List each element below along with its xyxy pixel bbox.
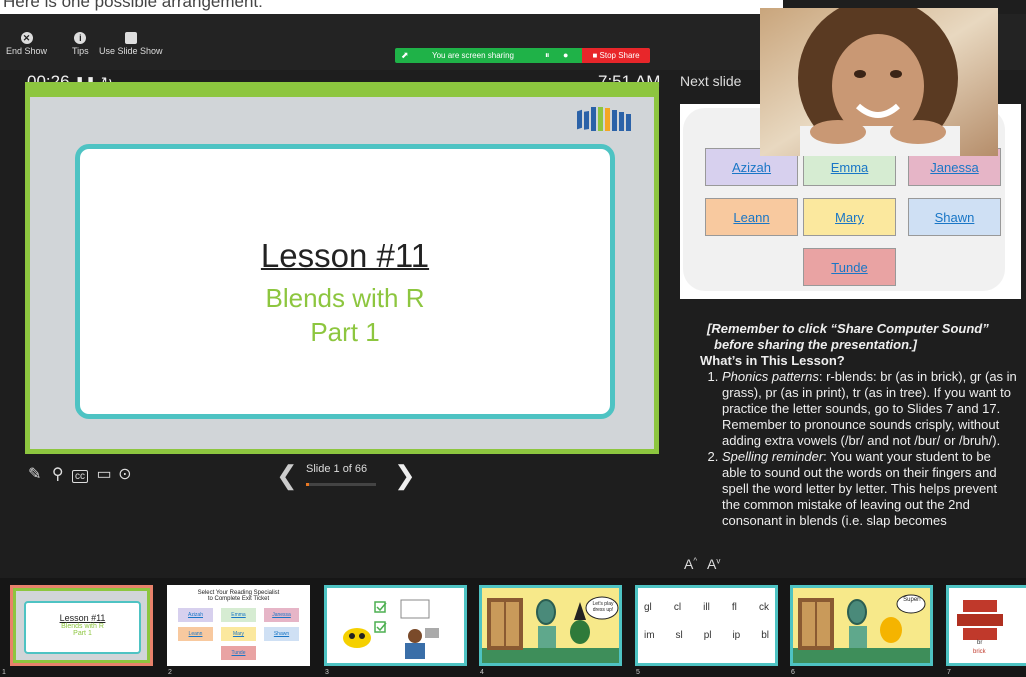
name-button-tunde[interactable]: Tunde	[803, 248, 896, 286]
font-size-controls: A^ Av	[684, 556, 721, 572]
thumbnail-slide-3[interactable]	[324, 585, 467, 666]
thumb-5-word: ck	[758, 602, 769, 613]
thumb-5-word: pl	[703, 630, 712, 641]
thumbnail-slide-7[interactable]: br brick	[946, 585, 1026, 666]
shield-icon: ●	[563, 50, 569, 60]
sharing-icon: ⬈	[401, 50, 409, 60]
thumb-7-word1: br	[977, 640, 983, 646]
decrease-font-button[interactable]: A	[707, 556, 716, 572]
use-slide-show-button[interactable]: Use Slide Show	[99, 32, 163, 56]
tips-label: Tips	[72, 46, 89, 56]
thumb-7-word2: brick	[973, 649, 986, 655]
thumbnail-slide-4[interactable]: Let's play dress up!	[479, 585, 622, 666]
notes-reminder: [Remember to click “Share Computer Sound…	[707, 321, 989, 352]
tips-button[interactable]: i Tips	[72, 32, 89, 56]
thumbnail-slide-5[interactable]: gl cl ill fl ck im sl pl ip bl	[635, 585, 778, 666]
slide-tools: ✎ ⚲ cc ▭ ⊙	[28, 464, 131, 484]
thumbnail-slide-6[interactable]: Super!	[790, 585, 933, 666]
stop-share-label: Stop Share	[599, 51, 640, 60]
thumb-2-name: Azizah	[178, 608, 213, 622]
thumbnail-number: 3	[325, 669, 329, 676]
notes-item-1-label: Phonics patterns	[722, 369, 819, 384]
thumb-6-speech: Super!	[903, 597, 921, 603]
thumb-3-illustration	[343, 599, 439, 659]
thumb-5-word: bl	[761, 630, 769, 641]
name-button-mary[interactable]: Mary	[803, 198, 896, 236]
more-options-icon[interactable]: ⊙	[118, 466, 131, 483]
notes-item-1: Phonics patterns: r-blends: br (as in br…	[722, 369, 1018, 449]
slide-show-icon	[124, 32, 137, 44]
next-slide-icon[interactable]: ❯	[394, 460, 416, 491]
brick-icon	[957, 600, 1003, 640]
thumb-2-name: Shawn	[264, 627, 299, 641]
thumbnail-number: 4	[480, 669, 484, 676]
thumb-1-sub2: Part 1	[73, 630, 92, 637]
sharing-message: You are screen sharing	[432, 51, 514, 60]
next-slide-label: Next slide	[680, 73, 742, 89]
thumb-2-name: Mary	[221, 627, 256, 641]
thumbnail-slide-1[interactable]: Lesson #11 Blends with R Part 1	[10, 585, 153, 666]
thumb-5-word: fl	[731, 602, 737, 613]
thumb-4-speech: Let's play dress up!	[592, 601, 614, 613]
slide-progress-track	[306, 483, 376, 486]
thumbnail-number: 1	[2, 669, 6, 676]
previous-slide-icon[interactable]: ❮	[276, 460, 298, 491]
laser-pointer-icon[interactable]: ⚲	[52, 466, 64, 483]
thumbnail-number: 2	[168, 669, 172, 676]
pause-share-icon[interactable]: ⏸	[545, 50, 550, 61]
thumb-4-illustration	[482, 596, 619, 663]
caption-text: Here is one possible arrangement:	[0, 0, 783, 14]
thumb-1-sub1: Blends with R	[61, 623, 104, 630]
notes-fade	[680, 553, 1026, 578]
lesson-subtitle: Blends with R	[265, 283, 425, 313]
notes-heading: What’s in This Lesson?	[700, 353, 845, 368]
thumb-2-name: Tunde	[221, 646, 256, 660]
thumb-2-name: Janessa	[264, 608, 299, 622]
speaker-notes[interactable]: [Remember to click “Share Computer Sound…	[700, 321, 1018, 529]
stop-share-button[interactable]: ■ Stop Share	[582, 48, 650, 63]
lesson-title: Lesson #11	[260, 237, 430, 274]
thumbnail-slide-2[interactable]: Select Your Reading Specialist to Comple…	[167, 585, 310, 666]
increase-font-button[interactable]: A	[684, 556, 693, 572]
thumb-5-word: ill	[703, 602, 710, 613]
thumb-5-word: gl	[644, 602, 652, 613]
books-logo-icon	[577, 107, 631, 131]
thumb-2-name: Emma	[221, 608, 256, 622]
thumb-2-name: Leann	[178, 627, 213, 641]
use-slide-show-label: Use Slide Show	[99, 46, 163, 56]
thumb-1-title: Lesson #11	[59, 613, 106, 623]
lesson-title-card: Lesson #11 Blends with R Part 1	[75, 144, 615, 419]
screen-sharing-bar: ⬈ You are screen sharing ⏸ ● ■ Stop Shar…	[395, 48, 650, 63]
thumbnail-number: 7	[947, 669, 951, 676]
notes-item-2-label: Spelling reminder	[722, 449, 824, 464]
pen-icon[interactable]: ✎	[28, 466, 41, 483]
thumb-5-word: ip	[732, 630, 741, 641]
end-show-label: End Show	[6, 46, 48, 56]
thumb-5-word: sl	[675, 630, 683, 641]
participant-video-image	[760, 8, 998, 156]
slide-navigation: ❮ Slide 1 of 66 ❯	[276, 458, 416, 490]
end-show-button[interactable]: ✕ End Show	[6, 32, 47, 56]
slide-counter: Slide 1 of 66	[306, 463, 368, 475]
thumb-5-word: cl	[673, 602, 682, 613]
thumb-5-row1: gl cl ill fl ck	[644, 602, 769, 613]
thumb-5-row2: im sl pl ip bl	[644, 630, 769, 641]
slide-progress-fill	[306, 483, 309, 486]
thumbnail-number: 6	[791, 669, 795, 676]
name-button-shawn[interactable]: Shawn	[908, 198, 1001, 236]
camera-icon[interactable]: ▭	[96, 466, 111, 483]
captions-icon[interactable]: cc	[72, 470, 89, 483]
thumb-5-word: im	[644, 630, 655, 641]
info-icon: i	[74, 32, 87, 44]
notes-item-2: Spelling reminder: You want your student…	[722, 449, 1018, 529]
name-button-leann[interactable]: Leann	[705, 198, 798, 236]
thumbnail-number: 5	[636, 669, 640, 676]
thumb-2-title2: to Complete Exit Ticket	[207, 596, 270, 602]
close-icon: ✕	[20, 32, 33, 44]
lesson-part: Part 1	[310, 317, 380, 347]
